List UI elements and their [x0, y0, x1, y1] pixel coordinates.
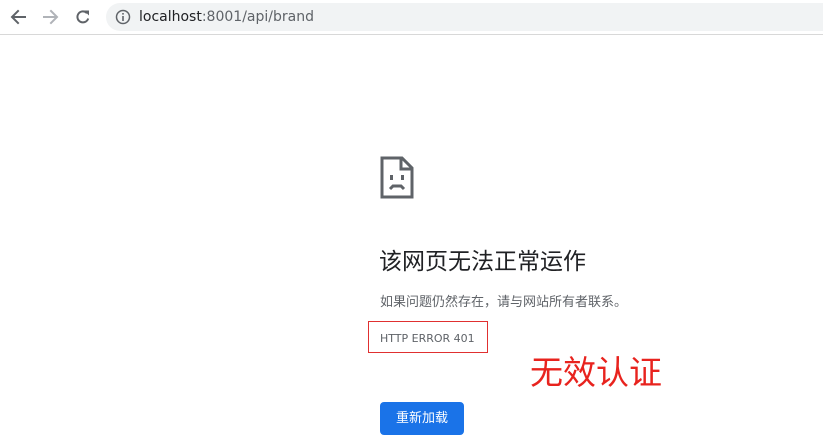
annotation-label: 无效认证 [530, 353, 662, 392]
forward-button[interactable] [39, 5, 63, 29]
arrow-left-icon [10, 9, 26, 25]
arrow-right-icon [43, 9, 59, 25]
browser-toolbar: localhost:8001/api/brand [0, 0, 823, 35]
url-text[interactable]: localhost:8001/api/brand [139, 8, 314, 26]
error-page: 该网页无法正常运作 如果问题仍然存在，请与网站所有者联系。 HTTP ERROR… [0, 35, 823, 444]
url-path: :8001/api/brand [201, 9, 314, 25]
error-description: 如果问题仍然存在，请与网站所有者联系。 [380, 295, 628, 310]
error-code: HTTP ERROR 401 [380, 332, 475, 345]
error-title: 该网页无法正常运作 [379, 249, 586, 275]
info-circle-icon[interactable] [115, 9, 131, 25]
back-button[interactable] [6, 5, 30, 29]
reload-page-button[interactable]: 重新加载 [380, 402, 464, 435]
url-host: localhost [139, 9, 202, 25]
address-bar[interactable]: localhost:8001/api/brand [106, 3, 823, 31]
reload-button[interactable] [71, 5, 95, 29]
sad-file-icon [380, 156, 414, 199]
reload-icon [76, 10, 90, 24]
